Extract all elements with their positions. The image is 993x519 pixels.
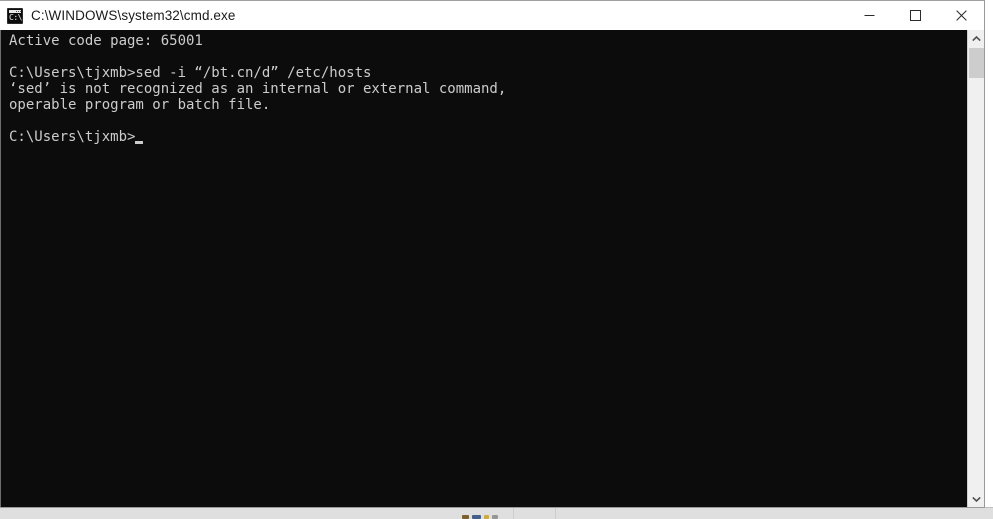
console-output-area[interactable]: Active code page: 65001 C:\Users\tjxmb>s… — [0, 30, 984, 507]
taskbar-item-fragment[interactable] — [484, 515, 489, 519]
scrollbar-up-arrow[interactable] — [968, 30, 984, 47]
cmd-icon-glyph: C:\ — [9, 12, 22, 22]
title-bar[interactable]: C:\ C:\WINDOWS\system32\cmd.exe — [0, 1, 984, 30]
taskbar-item-fragment[interactable] — [472, 515, 481, 519]
taskbar-item-fragment[interactable] — [462, 515, 469, 519]
console-scrollbar[interactable] — [967, 30, 984, 507]
text-cursor — [135, 141, 144, 144]
window-controls — [846, 1, 984, 30]
cmd-console-icon: C:\ — [7, 7, 23, 24]
close-button[interactable] — [938, 1, 984, 30]
taskbar-divider — [555, 508, 556, 519]
taskbar-item-fragment[interactable] — [492, 515, 498, 519]
console-text: Active code page: 65001 C:\Users\tjxmb>s… — [9, 33, 507, 145]
taskbar-divider — [513, 508, 514, 519]
minimize-button[interactable] — [846, 1, 892, 30]
window-title: C:\WINDOWS\system32\cmd.exe — [31, 8, 236, 23]
scrollbar-thumb[interactable] — [969, 48, 984, 78]
maximize-button[interactable] — [892, 1, 938, 30]
scrollbar-down-arrow[interactable] — [968, 490, 984, 507]
cmd-console-window[interactable]: C:\ C:\WINDOWS\system32\cmd.exe Active c… — [0, 0, 985, 508]
taskbar-strip[interactable] — [0, 507, 993, 519]
